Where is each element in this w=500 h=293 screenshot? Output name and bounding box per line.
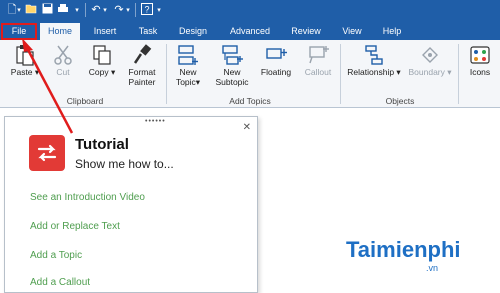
- watermark-brand: Taimienphi: [346, 237, 461, 262]
- watermark: Taimienphi .vn: [346, 231, 496, 281]
- watermark-domain: .vn: [426, 263, 439, 273]
